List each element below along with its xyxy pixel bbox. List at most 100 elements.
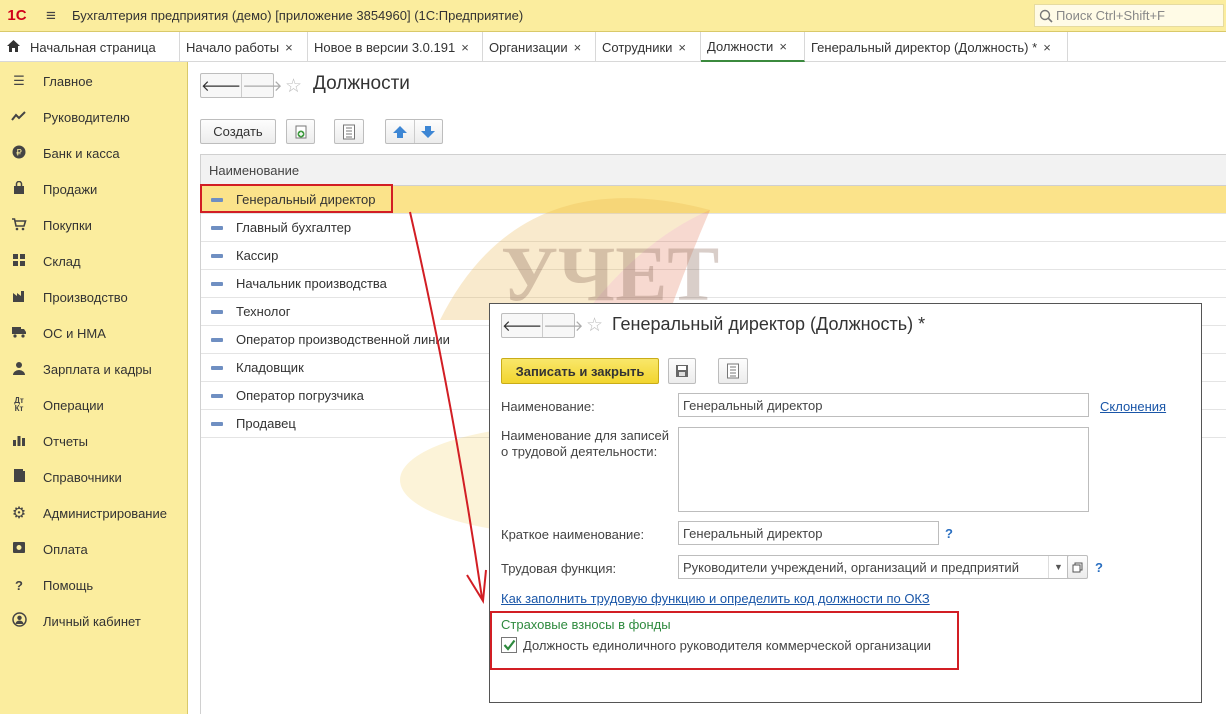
search-input[interactable]: Поиск Ctrl+Shift+F xyxy=(1034,4,1224,27)
sidebar-item-director[interactable]: Руководителю xyxy=(0,99,187,135)
search-icon xyxy=(1039,9,1053,23)
close-icon[interactable]: × xyxy=(779,39,787,54)
tab-whats-new[interactable]: Новое в версии 3.0.191 × xyxy=(308,32,483,62)
table-row[interactable]: Кассир xyxy=(201,242,1226,270)
forward-arrow-icon[interactable]: 🡒 xyxy=(242,74,282,97)
close-icon[interactable]: × xyxy=(285,40,293,55)
tab-label: Должности xyxy=(707,38,774,54)
close-icon[interactable]: × xyxy=(574,40,582,55)
okz-help-link[interactable]: Как заполнить трудовую функцию и определ… xyxy=(501,591,930,606)
grid-icon xyxy=(10,253,28,270)
move-down-button[interactable] xyxy=(415,120,443,143)
table-row[interactable]: Главный бухгалтер xyxy=(201,214,1226,242)
short-name-help-icon[interactable]: ? xyxy=(945,526,953,541)
item-icon xyxy=(211,281,223,286)
forward-arrow-icon[interactable]: 🡒 xyxy=(543,314,583,337)
bars-icon xyxy=(10,433,28,449)
close-icon[interactable]: × xyxy=(1043,40,1051,55)
favorite-star-icon[interactable]: ☆ xyxy=(586,314,603,337)
sidebar-item-warehouse[interactable]: Склад xyxy=(0,243,187,279)
sidebar-item-label: Продажи xyxy=(43,181,98,197)
item-icon xyxy=(211,253,223,258)
highlight-selected-row xyxy=(200,184,393,213)
table-row[interactable]: Начальник производства xyxy=(201,270,1226,298)
sidebar-item-sales[interactable]: Продажи xyxy=(0,171,187,207)
main-menu-icon[interactable]: ≡ xyxy=(34,6,68,26)
card-icon xyxy=(10,541,28,557)
truck-icon xyxy=(10,325,28,341)
tab-label: Генеральный директор (Должность) * xyxy=(811,39,1038,55)
labor-function-label: Трудовая функция: xyxy=(501,561,617,576)
tab-home[interactable]: Начальная страница xyxy=(0,32,180,62)
tab-employees[interactable]: Сотрудники × xyxy=(596,32,701,62)
copy-button[interactable] xyxy=(286,119,315,144)
window-title: Бухгалтерия предприятия (демо) [приложен… xyxy=(72,8,524,23)
close-icon[interactable]: × xyxy=(461,40,469,55)
sidebar-item-help[interactable]: ? Помощь xyxy=(0,567,187,603)
menu-icon: ☰ xyxy=(13,73,25,88)
tab-label: Организации xyxy=(489,39,568,55)
row-name: Главный бухгалтер xyxy=(236,220,352,235)
svg-text:₽: ₽ xyxy=(16,148,22,158)
favorite-star-icon[interactable]: ☆ xyxy=(285,75,302,98)
move-up-button[interactable] xyxy=(386,120,415,143)
labor-function-select[interactable]: Руководители учреждений, организаций и п… xyxy=(678,555,1069,579)
name-field[interactable]: Генеральный директор xyxy=(678,393,1089,417)
cart-icon xyxy=(10,217,28,234)
sidebar-item-label: Производство xyxy=(43,289,128,305)
sidebar-item-directories[interactable]: Справочники xyxy=(0,459,187,495)
tab-label: Начало работы xyxy=(186,39,280,55)
labor-function-help-icon[interactable]: ? xyxy=(1095,560,1103,575)
open-reference-button[interactable] xyxy=(1067,555,1088,579)
sidebar-item-label: Оплата xyxy=(43,541,88,557)
tab-getting-started[interactable]: Начало работы × xyxy=(180,32,308,62)
sidebar-item-payment[interactable]: Оплата xyxy=(0,531,187,567)
home-icon xyxy=(6,39,21,56)
form-list-button[interactable] xyxy=(718,358,748,384)
sidebar-item-purchases[interactable]: Покупки xyxy=(0,207,187,243)
short-name-field[interactable]: Генеральный директор xyxy=(678,521,939,545)
sidebar-item-main[interactable]: ☰ Главное xyxy=(0,63,187,99)
save-and-close-button[interactable]: Записать и закрыть xyxy=(501,358,659,384)
item-icon xyxy=(211,309,223,314)
sidebar-item-account[interactable]: Личный кабинет xyxy=(0,603,187,639)
sidebar-item-operations[interactable]: Дт Кт Операции xyxy=(0,387,187,423)
sidebar-item-salary[interactable]: Зарплата и кадры xyxy=(0,351,187,387)
tab-positions[interactable]: Должности × xyxy=(701,32,805,62)
row-name: Оператор погрузчика xyxy=(236,388,364,403)
short-name-label: Краткое наименование: xyxy=(501,527,645,542)
chevron-down-icon[interactable]: ▼ xyxy=(1048,556,1068,578)
sidebar-item-production[interactable]: Производство xyxy=(0,279,187,315)
sidebar-item-assets[interactable]: ОС и НМА xyxy=(0,315,187,351)
tab-label: Новое в версии 3.0.191 xyxy=(314,39,456,55)
gear-icon: ⚙ xyxy=(11,505,27,522)
form-history-nav: 🡐 🡒 xyxy=(501,313,583,338)
item-icon xyxy=(211,365,223,370)
save-button[interactable] xyxy=(668,358,696,384)
sidebar-item-label: Покупки xyxy=(43,217,92,233)
tab-general-director[interactable]: Генеральный директор (Должность) * × xyxy=(805,32,1068,62)
create-button[interactable]: Создать xyxy=(200,119,276,144)
sidebar-item-reports[interactable]: Отчеты xyxy=(0,423,187,459)
ruble-icon: ₽ xyxy=(10,145,28,162)
close-icon[interactable]: × xyxy=(678,40,686,55)
table-border xyxy=(200,438,201,714)
declension-link[interactable]: Склонения xyxy=(1100,399,1166,414)
column-header-name[interactable]: Наименование xyxy=(201,155,1226,186)
labor-name-textarea[interactable] xyxy=(678,427,1089,512)
sidebar-item-label: Операции xyxy=(43,397,104,413)
sidebar-item-bank[interactable]: ₽ Банк и касса xyxy=(0,135,187,171)
title-bar: 1С ≡ Бухгалтерия предприятия (демо) [при… xyxy=(0,0,1226,32)
labor-name-label-line1: Наименование для записей xyxy=(501,428,670,443)
app-logo: 1С xyxy=(7,7,27,24)
tab-organizations[interactable]: Организации × xyxy=(483,32,596,62)
list-settings-button[interactable] xyxy=(334,119,364,144)
back-arrow-icon[interactable]: 🡐 xyxy=(502,314,544,337)
sidebar-item-admin[interactable]: ⚙ Администрирование xyxy=(0,495,187,531)
copy-add-icon xyxy=(295,125,306,138)
row-name: Оператор производственной линии xyxy=(236,332,450,347)
sidebar-item-label: Склад xyxy=(43,253,81,269)
highlight-checkbox-section xyxy=(490,611,959,670)
row-name: Начальник производства xyxy=(236,276,387,291)
back-arrow-icon[interactable]: 🡐 xyxy=(201,74,243,97)
